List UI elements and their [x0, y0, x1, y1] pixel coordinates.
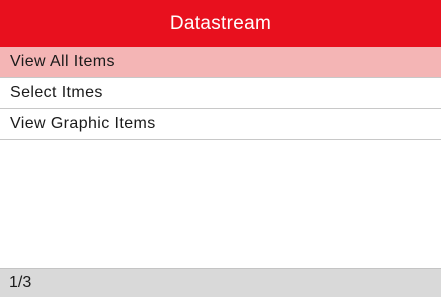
diagnostic-screen: Datastream View All Items Select Itmes V… [0, 0, 441, 297]
menu-item-label: View All Items [10, 53, 115, 70]
title-bar: Datastream [0, 0, 441, 47]
page-indicator: 1/3 [9, 274, 32, 291]
status-bar: 1/3 [0, 268, 441, 297]
page-title: Datastream [169, 12, 272, 34]
menu-item-view-all-items[interactable]: View All Items [0, 47, 441, 78]
menu-item-label: Select Itmes [10, 84, 103, 101]
menu-list: View All Items Select Itmes View Graphic… [0, 47, 441, 140]
menu-item-select-items[interactable]: Select Itmes [0, 78, 441, 109]
menu-item-view-graphic-items[interactable]: View Graphic Items [0, 109, 441, 140]
menu-item-label: View Graphic Items [10, 115, 156, 132]
